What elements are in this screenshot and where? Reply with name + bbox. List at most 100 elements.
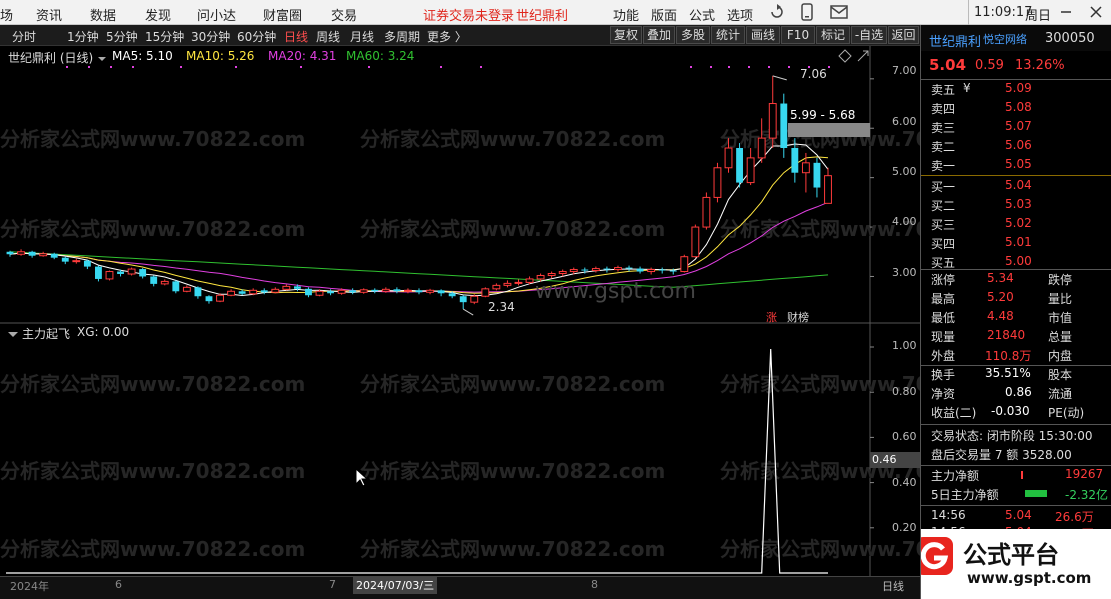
candle-body (791, 148, 799, 173)
quote-stock-name[interactable]: 世纪鼎利 (929, 31, 981, 50)
menu-item-function[interactable]: 功能 (613, 5, 639, 24)
menu-item-options[interactable]: 选项 (727, 5, 753, 24)
ask-price[interactable]: 5.08 (1005, 100, 1032, 114)
candle-body (28, 251, 36, 256)
draw-line-button[interactable]: 画线 (746, 26, 780, 44)
zhangting-badge[interactable]: 涨 (766, 309, 777, 325)
candle-body (39, 253, 48, 257)
menu-item-news[interactable]: 资讯 (36, 5, 62, 24)
candle-body (503, 282, 512, 286)
watchlist-button[interactable]: -自选 (851, 26, 887, 44)
candle-body (768, 103, 777, 139)
bid-price[interactable]: 5.01 (1005, 235, 1032, 249)
candle-body (72, 260, 81, 263)
period-tab-60min[interactable]: 60分钟 (237, 28, 276, 45)
period-tab-weekly[interactable]: 周线 (316, 28, 340, 45)
candle-body (591, 268, 600, 272)
menu-item-formula[interactable]: 公式 (689, 5, 715, 24)
caibang-badge[interactable]: 财榜 (787, 309, 809, 325)
ask-price[interactable]: 5.07 (1005, 119, 1032, 133)
watermark-text: 分析家公式网www.70822.com (360, 537, 665, 561)
back-button[interactable]: 返回 (888, 26, 919, 44)
candle-body (724, 147, 733, 169)
bid-price[interactable]: 5.03 (1005, 197, 1032, 211)
candle-body (581, 269, 589, 271)
legend-settings-icon[interactable] (98, 52, 106, 61)
overlay-button[interactable]: 叠加 (643, 26, 675, 44)
period-tab-1min[interactable]: 1分钟 (67, 28, 99, 45)
candle-body (647, 269, 656, 273)
range-highlight-box (788, 123, 870, 137)
ask-price[interactable]: 5.09 (1005, 81, 1032, 95)
stat-label: 收益(二) (931, 406, 977, 420)
period-tab-15min[interactable]: 15分钟 (145, 28, 184, 45)
stats-block-2: 换手 35.51% 股本 净资 0.86 流通 收益(二) -0.030 PE(… (921, 366, 1111, 426)
phone-icon[interactable] (800, 3, 814, 21)
low-price-label: 2.34 (488, 300, 515, 314)
mark-button[interactable]: 标记 (816, 26, 850, 44)
stat-label: 内盘 (1048, 349, 1073, 363)
statistics-button[interactable]: 统计 (711, 26, 745, 44)
candle-body (282, 285, 291, 290)
refresh-icon[interactable] (768, 3, 786, 21)
signal-dot (180, 66, 182, 68)
main5-net-bar (1025, 490, 1047, 497)
ask-price[interactable]: 5.05 (1005, 157, 1032, 171)
candle-body (736, 148, 743, 183)
stat-label: PE(动) (1048, 406, 1085, 420)
candle-body (393, 289, 401, 292)
candle-body (691, 226, 700, 258)
watermark-text: 分析家公式网www.70822.com (360, 459, 665, 483)
tick-price: 5.04 (1005, 508, 1032, 522)
ma60-legend: MA60: 3.24 (346, 49, 415, 63)
period-tab-5min[interactable]: 5分钟 (106, 28, 138, 45)
f10-button[interactable]: F10 (781, 26, 815, 44)
candle-body (824, 175, 832, 204)
multi-stock-button[interactable]: 多股 (676, 26, 710, 44)
candle-body (437, 290, 445, 294)
book-divider (921, 175, 1111, 176)
period-tab-monthly[interactable]: 月线 (350, 28, 374, 45)
trade-status: 交易状态: 闭市阶段 15:30:00 (931, 429, 1093, 443)
candle-body (6, 251, 14, 255)
menu-item-market[interactable]: 场 (0, 5, 13, 24)
expand-icon[interactable] (856, 49, 870, 63)
menu-item-wealth[interactable]: 财富圈 (263, 5, 302, 24)
menu-item-trade[interactable]: 交易 (331, 5, 357, 24)
candle-body (160, 280, 169, 285)
bid-label: 买四 (931, 237, 956, 251)
period-tab-daily[interactable]: 日线 (284, 28, 308, 45)
x-axis-period-label: 日线 (882, 580, 904, 593)
close-icon[interactable] (1088, 4, 1104, 20)
menu-item-layout[interactable]: 版面 (651, 5, 677, 24)
bid-price[interactable]: 5.00 (1005, 254, 1032, 268)
bid-price[interactable]: 5.04 (1005, 178, 1032, 192)
candle-body (105, 271, 114, 280)
login-notice[interactable]: 证券交易未登录 (423, 5, 514, 24)
ask-price[interactable]: 5.06 (1005, 138, 1032, 152)
menu-bar: 场 资讯 数据 发现 问小达 财富圈 交易 证券交易未登录 世纪鼎利 功能 版面… (0, 0, 1111, 25)
candle-body (205, 296, 213, 302)
menu-item-data[interactable]: 数据 (90, 5, 116, 24)
signal-dot (768, 66, 770, 68)
candle-body (603, 268, 611, 270)
mail-icon[interactable] (830, 4, 848, 20)
period-tab-more[interactable]: 更多 〉 (427, 28, 467, 45)
menu-item-ask[interactable]: 问小达 (197, 5, 236, 24)
stat-label: 流通 (1048, 387, 1073, 401)
diamond-icon[interactable] (838, 49, 852, 63)
ask-label: 卖四 (931, 102, 956, 116)
kline-chart-svg[interactable]: 分析家公式网www.70822.com 分析家公式网www.70822.com 分析… (0, 46, 1025, 599)
bid-price[interactable]: 5.02 (1005, 216, 1032, 230)
high-arrow (772, 75, 787, 81)
fuquan-button[interactable]: 复权 (610, 26, 642, 44)
signal-dot (788, 66, 790, 68)
period-tab-timeshare[interactable]: 分时 (12, 28, 36, 45)
candle-body (614, 267, 622, 271)
indicator-settings-icon[interactable] (8, 328, 18, 338)
low-arrow (462, 308, 474, 316)
period-tab-multi[interactable]: 多周期 (384, 28, 420, 45)
menu-item-discover[interactable]: 发现 (145, 5, 171, 24)
minimize-icon[interactable] (1058, 4, 1074, 20)
period-tab-30min[interactable]: 30分钟 (191, 28, 230, 45)
